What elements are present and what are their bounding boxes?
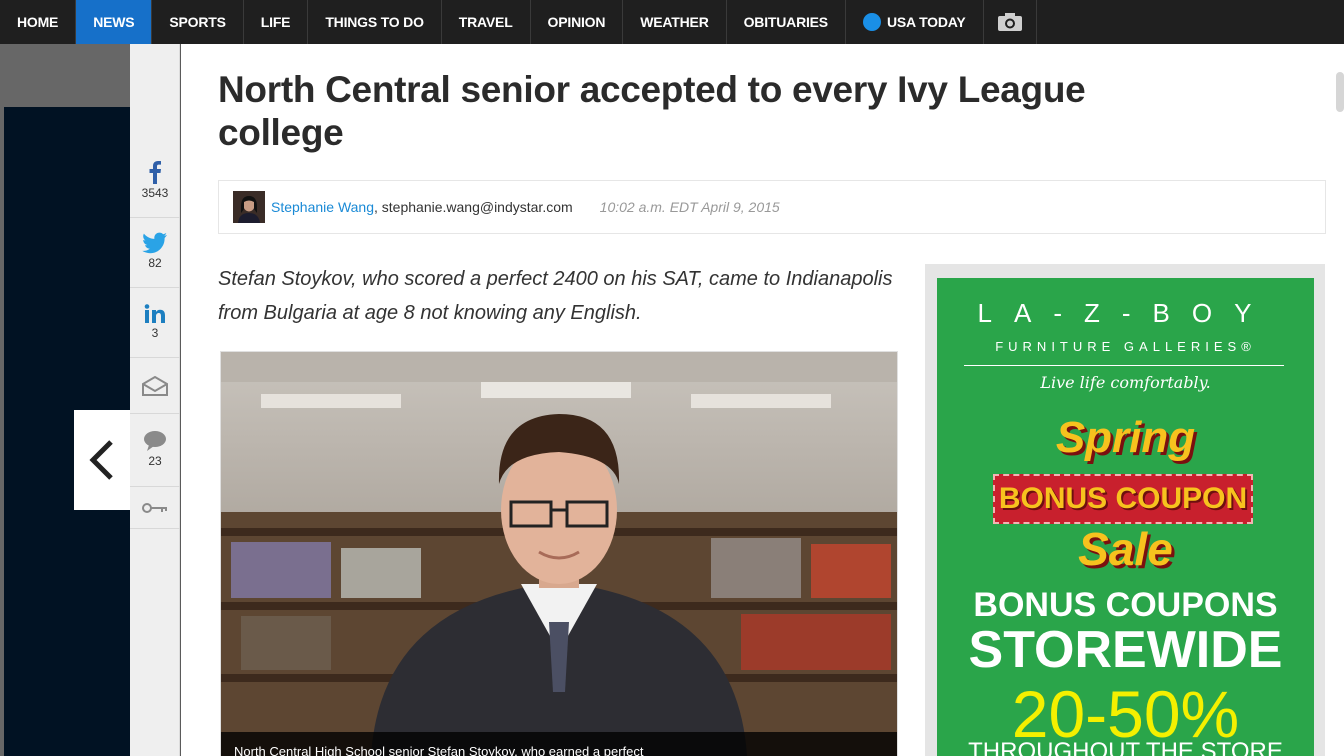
top-nav: HOME NEWS SPORTS LIFE THINGS TO DO TRAVE…	[0, 0, 1344, 44]
linkedin-count: 3	[151, 326, 159, 340]
ad-spring: Spring	[1055, 413, 1196, 462]
nav-obituaries[interactable]: OBITUARIES	[727, 0, 846, 44]
ad-brand: LA-Z-BOY	[977, 298, 1274, 328]
author-photo	[233, 191, 265, 223]
comments-count: 23	[148, 454, 162, 468]
photo-caption: North Central High School senior Stefan …	[221, 732, 897, 756]
usa-today-logo-icon	[862, 13, 881, 31]
facebook-count: 3543	[141, 186, 169, 200]
share-twitter-button[interactable]: 82	[130, 218, 180, 288]
comments-button[interactable]: 23	[130, 414, 180, 487]
twitter-count: 82	[148, 256, 162, 270]
article-photo[interactable]: North Central High School senior Stefan …	[221, 352, 897, 756]
scrollbar-thumb[interactable]	[1336, 72, 1344, 112]
share-key-button[interactable]	[130, 487, 180, 529]
article-headline: North Central senior accepted to every I…	[218, 69, 1086, 153]
key-icon	[142, 502, 167, 513]
author-email: , stephanie.wang@indystar.com	[374, 199, 573, 215]
nav-weather[interactable]: WEATHER	[623, 0, 727, 44]
linkedin-icon	[144, 304, 165, 323]
usa-today-label: USA TODAY	[886, 14, 966, 30]
nav-home[interactable]: HOME	[0, 0, 77, 44]
camera-icon	[997, 13, 1022, 31]
timestamp: 10:02 a.m. EDT April 9, 2015	[599, 199, 780, 215]
author-avatar[interactable]	[233, 191, 265, 223]
nav-life[interactable]: LIFE	[244, 0, 309, 44]
share-facebook-button[interactable]: 3543	[130, 146, 180, 218]
lazboy-ad[interactable]: LA-Z-BOY FURNITURE GALLERIES® Live life …	[937, 278, 1314, 756]
comment-icon	[144, 431, 166, 451]
previous-article-button[interactable]	[74, 410, 130, 510]
ad-divider	[964, 365, 1284, 366]
article-summary: Stefan Stoykov, who scored a perfect 240…	[218, 268, 893, 324]
nav-travel[interactable]: TRAVEL	[442, 0, 531, 44]
author-link[interactable]: Stephanie Wang	[271, 199, 374, 215]
article-panel: North Central senior accepted to every I…	[181, 44, 1344, 756]
chevron-left-icon	[89, 440, 113, 480]
twitter-icon	[142, 232, 167, 254]
ad-tagline: Live life comfortably.	[1040, 373, 1211, 392]
share-email-button[interactable]	[130, 358, 180, 414]
nav-opinion[interactable]: OPINION	[531, 0, 624, 44]
ad-throughout: THROUGHOUT THE STORE	[968, 738, 1283, 756]
advertisement: LA-Z-BOY FURNITURE GALLERIES® Live life …	[925, 264, 1325, 756]
student-photo	[221, 352, 897, 756]
nav-things-to-do[interactable]: THINGS TO DO	[308, 0, 442, 44]
share-bar: 3543 82 3 23	[130, 44, 180, 756]
nav-usa-today[interactable]: USA TODAY	[846, 0, 984, 44]
facebook-icon	[149, 161, 161, 184]
ad-sale: Sale	[1078, 523, 1173, 575]
nav-news[interactable]: NEWS	[76, 0, 153, 44]
share-linkedin-button[interactable]: 3	[130, 288, 180, 358]
byline: Stephanie Wang , stephanie.wang@indystar…	[218, 180, 1326, 234]
nav-camera-button[interactable]	[984, 0, 1037, 44]
ad-galleries: FURNITURE GALLERIES®	[995, 339, 1256, 354]
ad-ribbon: BONUS COUPON	[993, 474, 1253, 524]
email-icon	[142, 375, 168, 396]
ad-storewide: STOREWIDE	[968, 621, 1283, 679]
nav-sports[interactable]: SPORTS	[152, 0, 244, 44]
